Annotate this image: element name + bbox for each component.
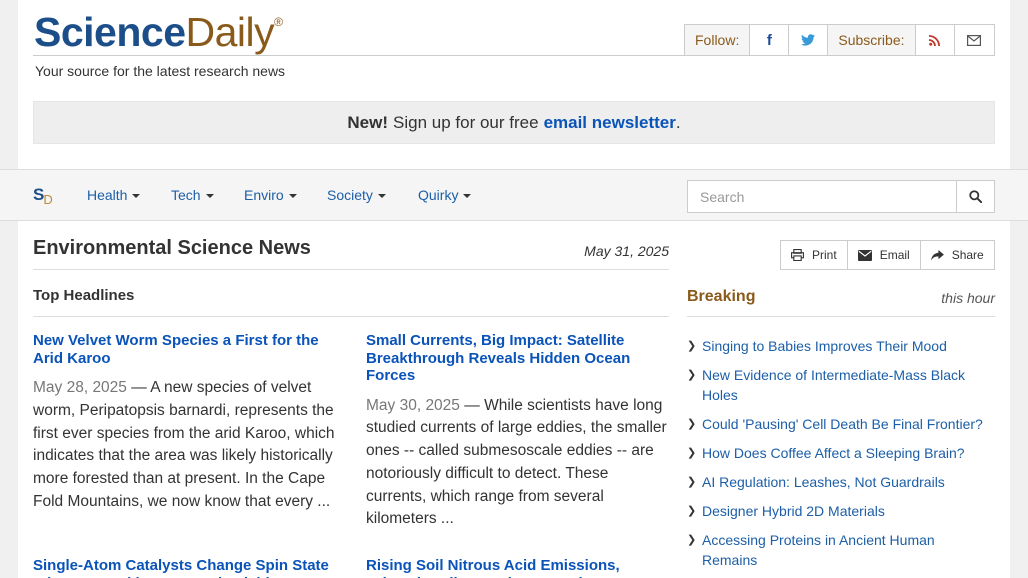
story-summary-text: A new species of velvet worm, Peripatops… <box>33 379 335 510</box>
caret-down-icon <box>132 194 141 199</box>
chevron-right-icon: ❯ <box>687 418 697 430</box>
email-subscribe-button[interactable] <box>955 25 994 55</box>
subscribe-label: Subscribe: <box>828 25 916 55</box>
nav-item-label: Tech <box>171 187 201 203</box>
caret-down-icon <box>205 194 214 199</box>
story-title-link[interactable]: Rising Soil Nitrous Acid Emissions, Driv… <box>366 557 670 578</box>
breaking-news-link[interactable]: Singing to Babies Improves Their Mood <box>702 336 992 356</box>
nav-item-label: Enviro <box>244 187 284 203</box>
story-card: New Velvet Worm Species a First for the … <box>33 332 337 514</box>
story-card: Small Currents, Big Impact: Satellite Br… <box>366 332 670 531</box>
story-title-link[interactable]: Small Currents, Big Impact: Satellite Br… <box>366 332 670 385</box>
chevron-right-icon: ❯ <box>687 476 697 488</box>
sd-logo-d: D <box>43 192 53 207</box>
story-title-link[interactable]: Single-Atom Catalysts Change Spin State … <box>33 557 337 578</box>
nav-item-health[interactable]: Health <box>87 187 141 203</box>
this-hour-label: this hour <box>941 290 995 306</box>
print-label: Print <box>812 248 837 262</box>
page-title: Environmental Science News <box>33 237 311 259</box>
story-date: May 28, 2025 <box>33 379 127 396</box>
story-title-link[interactable]: New Velvet Worm Species a First for the … <box>33 332 337 367</box>
search-box <box>687 180 995 213</box>
nav-item-tech[interactable]: Tech <box>171 187 214 203</box>
breaking-news-link[interactable]: Could 'Pausing' Cell Death Be Final Fron… <box>702 414 992 434</box>
story-summary: May 30, 2025 — While scientists have lon… <box>366 395 670 532</box>
story-separator: — <box>459 396 485 414</box>
chevron-right-icon: ❯ <box>687 505 697 517</box>
nav-item-label: Society <box>327 187 373 203</box>
print-icon <box>791 249 804 261</box>
rss-icon <box>929 34 941 46</box>
site-tagline: Your source for the latest research news <box>35 63 286 79</box>
twitter-button[interactable] <box>789 25 829 55</box>
nav-item-label: Health <box>87 187 128 203</box>
story-separator: — <box>126 379 151 396</box>
facebook-icon: f <box>766 31 772 49</box>
story-summary-text: While scientists have long studied curre… <box>366 396 667 528</box>
share-arrow-icon <box>930 249 944 261</box>
story-card: Single-Atom Catalysts Change Spin State … <box>33 557 337 578</box>
nav-item-label: Quirky <box>418 187 459 203</box>
chevron-right-icon: ❯ <box>687 447 697 459</box>
nav-item-quirky[interactable]: Quirky <box>418 187 472 203</box>
search-icon <box>969 190 982 203</box>
story-date: May 30, 2025 <box>366 396 460 414</box>
search-input[interactable] <box>688 181 956 212</box>
social-toolbar: Follow: f Subscribe: <box>684 24 995 56</box>
newsletter-banner: New! Sign up for our free email newslett… <box>33 101 995 144</box>
sciencedaily-logo[interactable]: ScienceDaily® <box>34 9 283 55</box>
email-label: Email <box>879 248 910 262</box>
chevron-right-icon: ❯ <box>687 340 697 352</box>
story-summary: May 28, 2025 — A new species of velvet w… <box>33 377 337 514</box>
story-card: Rising Soil Nitrous Acid Emissions, Driv… <box>366 557 670 578</box>
chevron-right-icon: ❯ <box>687 369 697 381</box>
breaking-heading: Breaking <box>687 288 756 305</box>
chevron-right-icon: ❯ <box>687 534 697 546</box>
facebook-button[interactable]: f <box>750 25 790 55</box>
share-label: Share <box>951 248 984 262</box>
envelope-icon <box>967 34 982 46</box>
envelope-icon <box>857 249 872 261</box>
caret-down-icon <box>288 194 297 199</box>
newsletter-period: . <box>675 112 681 132</box>
top-headlines-heading: Top Headlines <box>33 287 135 304</box>
breaking-news-link[interactable]: Designer Hybrid 2D Materials <box>702 501 992 521</box>
email-share-button[interactable]: Email <box>848 241 921 269</box>
print-button[interactable]: Print <box>781 241 848 269</box>
search-button[interactable] <box>956 181 994 212</box>
share-toolbar: Print Email Share <box>780 240 995 270</box>
nav-item-society[interactable]: Society <box>327 187 386 203</box>
breaking-divider <box>687 316 995 317</box>
main-navbar: SD Health Tech Enviro Society Quirky <box>0 169 1028 221</box>
page-date: May 31, 2025 <box>584 243 669 259</box>
logo-science-text: Science <box>34 9 186 55</box>
rss-button[interactable] <box>916 25 955 55</box>
nav-item-enviro[interactable]: Enviro <box>244 187 297 203</box>
sd-home-logo[interactable]: SD <box>33 185 54 207</box>
share-button[interactable]: Share <box>921 241 994 269</box>
caret-down-icon <box>463 194 472 199</box>
breaking-news-link[interactable]: New Evidence of Intermediate-Mass Black … <box>702 365 992 405</box>
logo-daily-text: Daily <box>185 9 275 55</box>
newsletter-new-label: New! <box>347 112 389 132</box>
newsletter-text: Sign up for our free <box>393 112 539 132</box>
headlines-divider <box>33 316 669 317</box>
follow-label: Follow: <box>685 25 751 55</box>
caret-down-icon <box>377 194 386 199</box>
title-divider <box>33 269 669 270</box>
twitter-icon <box>801 34 816 46</box>
newsletter-signup-link[interactable]: email newsletter <box>544 113 676 133</box>
breaking-news-link[interactable]: How Does Coffee Affect a Sleeping Brain? <box>702 443 992 463</box>
breaking-news-link[interactable]: AI Regulation: Leashes, Not Guardrails <box>702 472 992 492</box>
breaking-news-link[interactable]: Accessing Proteins in Ancient Human Rema… <box>702 530 992 570</box>
logo-registered-mark: ® <box>274 15 283 29</box>
